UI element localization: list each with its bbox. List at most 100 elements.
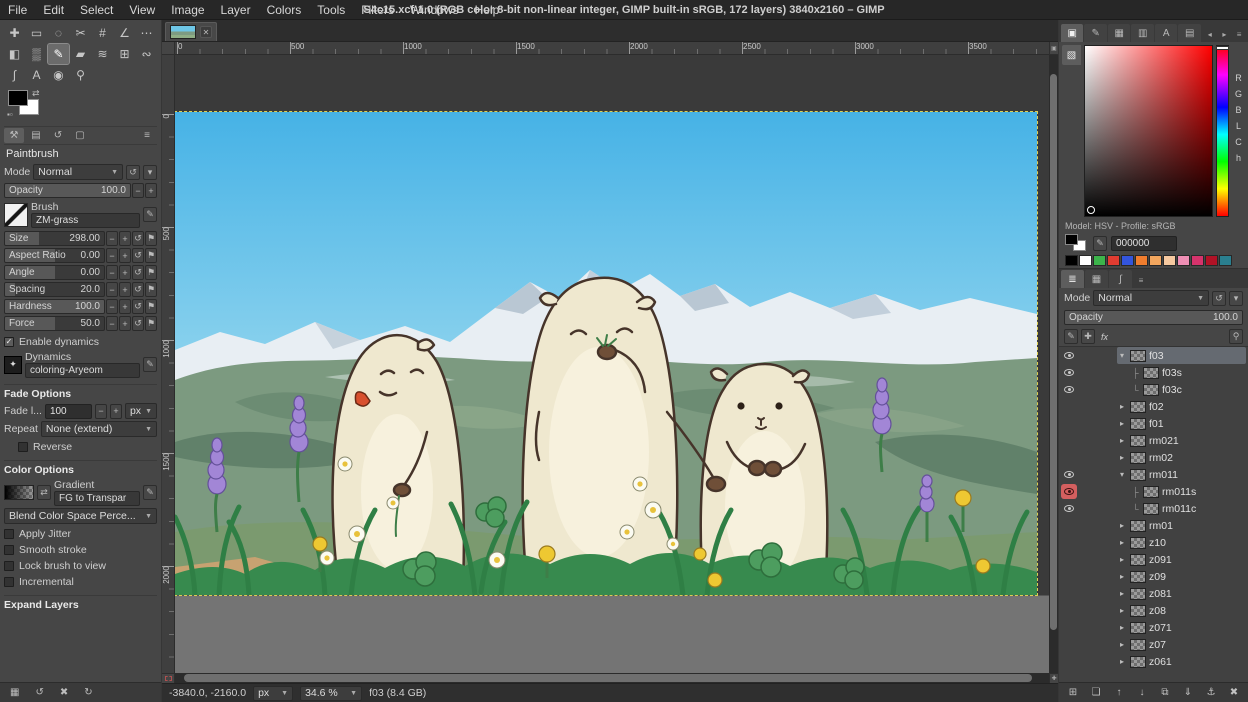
opacity-minus-button[interactable]: − <box>132 183 144 198</box>
navigation-button[interactable]: ✚ <box>1049 673 1058 683</box>
reverse-checkbox[interactable]: Reverse <box>18 439 157 454</box>
eye-empty-cell[interactable] <box>1061 637 1077 652</box>
fg-bg-color-widget[interactable]: ⇄ ▪▫ <box>8 90 48 122</box>
rectangle-select-tool-icon[interactable]: ▭ <box>26 23 47 43</box>
angle-slider[interactable]: Angle0.00 <box>4 265 105 280</box>
spacing-plus-button[interactable]: + <box>119 282 131 297</box>
layer-row[interactable]: └rm011c <box>1059 500 1248 517</box>
bucket-fill-tool-icon[interactable]: ◧ <box>4 44 25 64</box>
size-minus-button[interactable]: − <box>106 231 118 246</box>
vertical-scrollbar[interactable] <box>1049 55 1058 673</box>
fade-unit-select[interactable]: px▼ <box>125 403 157 419</box>
eye-empty-cell[interactable] <box>1061 399 1077 414</box>
zoom-select[interactable]: 34.6 %▼ <box>300 686 362 701</box>
palette-swatch[interactable] <box>1163 255 1176 266</box>
enable-dynamics-checkbox[interactable]: ✓ Enable dynamics <box>4 334 157 349</box>
layer-row[interactable]: ▸z07 <box>1059 636 1248 653</box>
hardness-slider[interactable]: Hardness100.0 <box>4 299 105 314</box>
expander-closed-icon[interactable]: ▸ <box>1117 538 1127 547</box>
dock-nav-right-icon[interactable]: ▸ <box>1218 26 1232 42</box>
eye-empty-cell[interactable] <box>1061 586 1077 601</box>
eye-empty-cell[interactable] <box>1061 569 1077 584</box>
save-tool-preset-icon[interactable]: ▦ <box>10 687 19 698</box>
hardness-plus-button[interactable]: + <box>119 299 131 314</box>
eye-empty-cell[interactable] <box>1061 433 1077 448</box>
edit-brush-icon[interactable]: ✎ <box>143 207 157 222</box>
hex-color-input[interactable]: 000000 <box>1111 236 1177 251</box>
brush-thumbnail[interactable] <box>4 203 28 227</box>
angle-minus-button[interactable]: − <box>106 265 118 280</box>
edit-dynamics-icon[interactable]: ✎ <box>143 357 157 372</box>
expander-closed-icon[interactable]: ▸ <box>1117 419 1127 428</box>
canvas-artwork[interactable] <box>175 112 1037 595</box>
hue-strip[interactable] <box>1216 45 1229 217</box>
opacity-slider[interactable]: Opacity 100.0 <box>4 183 131 198</box>
lock-position-icon[interactable]: ✚ <box>1081 329 1095 344</box>
eye-icon[interactable] <box>1061 348 1077 363</box>
tab-document-history[interactable]: ▤ <box>1178 24 1200 42</box>
layer-row[interactable]: ▸z08 <box>1059 602 1248 619</box>
palette-swatch[interactable] <box>1079 255 1092 266</box>
palette-swatch[interactable] <box>1065 255 1078 266</box>
smudge-tool-icon[interactable]: ∾ <box>136 44 157 64</box>
gradient-tool-icon[interactable]: ▒ <box>26 44 47 64</box>
angle-link-icon[interactable]: ⚑ <box>145 265 157 280</box>
tab-device-status[interactable]: ▤ <box>26 128 46 143</box>
layer-row[interactable]: ▸rm01 <box>1059 517 1248 534</box>
anchor-layer-icon[interactable]: ⚓ <box>1202 685 1220 701</box>
apply-jitter-checkbox[interactable]: Apply Jitter <box>4 526 157 541</box>
tab-brushes[interactable]: ✎ <box>1084 24 1106 42</box>
repeat-select[interactable]: None (extend)▼ <box>41 421 157 437</box>
force-minus-button[interactable]: − <box>106 316 118 331</box>
size-link-icon[interactable]: ⚑ <box>145 231 157 246</box>
expander-closed-icon[interactable]: ▸ <box>1117 589 1127 598</box>
eye-icon[interactable] <box>1061 382 1077 397</box>
tab-undo-history[interactable]: ↺ <box>48 128 68 143</box>
effects-label[interactable]: fx <box>1098 332 1111 342</box>
reset-tool-options-icon[interactable]: ↻ <box>84 687 92 698</box>
expander-closed-icon[interactable]: ▸ <box>1117 402 1127 411</box>
paths-tool-icon[interactable]: ∫ <box>4 65 25 85</box>
menu-item-view[interactable]: View <box>121 1 163 19</box>
color-selector-tab[interactable]: ▧ <box>1062 45 1081 65</box>
ruler-corner-button[interactable] <box>162 42 175 55</box>
eye-empty-cell[interactable] <box>1061 450 1077 465</box>
dock-menu-icon[interactable]: ≡ <box>1232 26 1246 42</box>
layer-row[interactable]: ▾f03 <box>1059 347 1248 364</box>
expander-open-icon[interactable]: ▾ <box>1117 470 1127 479</box>
tab-paths[interactable]: ∫ <box>1109 270 1132 288</box>
gradient-thumbnail[interactable] <box>4 485 34 500</box>
transform-tool-icon[interactable]: ⋯ <box>136 23 157 43</box>
horizontal-scrollbar[interactable] <box>175 673 1049 683</box>
dynamics-thumbnail[interactable]: ✦ <box>4 356 22 374</box>
zoom-follow-window-button[interactable]: ▣ <box>1049 42 1058 55</box>
eye-empty-cell[interactable] <box>1061 603 1077 618</box>
default-colors-icon[interactable]: ▪▫ <box>7 110 13 119</box>
incremental-checkbox[interactable]: Incremental <box>4 574 157 589</box>
canvas-viewport[interactable] <box>175 55 1049 673</box>
eraser-tool-icon[interactable]: ▰ <box>70 44 91 64</box>
eye-empty-cell[interactable] <box>1061 620 1077 635</box>
layer-row[interactable]: ▸z091 <box>1059 551 1248 568</box>
aspect-ratio-plus-button[interactable]: + <box>119 248 131 263</box>
edit-gradient-icon[interactable]: ✎ <box>143 485 157 500</box>
text-tool-icon[interactable]: A <box>26 65 47 85</box>
quick-mask-button[interactable] <box>162 673 175 683</box>
spacing-slider[interactable]: Spacing20.0 <box>4 282 105 297</box>
lower-layer-icon[interactable]: ↓ <box>1133 685 1151 701</box>
spacing-reset-button[interactable]: ↺ <box>132 282 144 297</box>
eye-empty-cell[interactable] <box>1061 416 1077 431</box>
aspect-ratio-reset-button[interactable]: ↺ <box>132 248 144 263</box>
expander-closed-icon[interactable]: ▸ <box>1117 521 1127 530</box>
menu-item-layer[interactable]: Layer <box>213 1 259 19</box>
palette-swatch[interactable] <box>1135 255 1148 266</box>
gradient-name[interactable]: FG to Transpar <box>54 491 140 506</box>
tab-images[interactable]: ▢ <box>70 128 90 143</box>
spacing-minus-button[interactable]: − <box>106 282 118 297</box>
menu-item-colors[interactable]: Colors <box>259 1 310 19</box>
tab-layers[interactable]: ≣ <box>1061 270 1084 288</box>
expander-closed-icon[interactable]: ▸ <box>1117 572 1127 581</box>
channel-button-l[interactable]: L <box>1232 121 1245 134</box>
duplicate-layer-icon[interactable]: ⧉ <box>1156 685 1174 701</box>
layer-row[interactable]: ▸z10 <box>1059 534 1248 551</box>
